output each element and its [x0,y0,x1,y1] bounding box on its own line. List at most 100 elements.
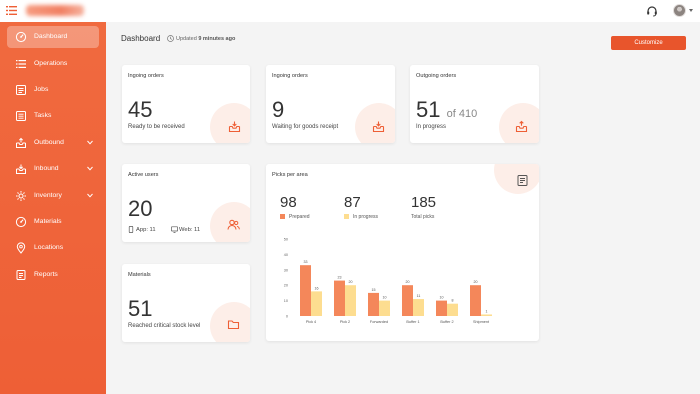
y-tick-label: 10 [284,299,288,303]
sidebar-item-materials[interactable]: Materials [7,211,99,233]
card-title: Outgoing orders [416,73,457,79]
bar-in-progress [447,303,458,316]
bar-in-progress [413,299,424,316]
sidebar-item-label: Inbound [34,165,59,172]
sidebar-item-operations[interactable]: Operations [7,53,99,75]
sidebar-item-outbound[interactable]: Outbound [7,132,99,154]
card-title: Ingoing orders [128,73,164,79]
x-tick-label: Pick 2 [340,320,350,324]
bar-value-label: 20 [349,280,353,284]
y-tick-label: 30 [284,268,288,272]
chevron-down-icon [87,193,93,198]
bar-prepared [470,285,481,316]
sidebar-item-label: Reports [34,271,58,278]
chevron-down-icon [87,140,93,145]
sidebar-item-label: Outbound [34,139,64,146]
user-avatar[interactable] [673,4,686,17]
chevron-down-icon[interactable] [689,9,693,12]
x-tick-label: Buffer 2 [440,320,453,324]
bar-value-label: 1 [486,309,488,313]
hamburger-icon[interactable] [6,6,17,15]
card-value: 51 [416,97,441,122]
picks-per-area-card[interactable]: Picks per area 98 Prepared 87 In progres… [266,164,539,341]
outbound-icon [16,137,26,148]
users-icon [227,219,240,230]
sidebar-item-label: Materials [34,218,62,225]
bar-value-label: 20 [474,280,478,284]
bar-prepared [368,292,379,316]
sidebar-item-jobs[interactable]: Jobs [7,79,99,101]
y-tick-label: 20 [284,284,288,288]
customize-button[interactable]: Customize [611,36,686,50]
materials-card[interactable]: Materials 51 Reached critical stock leve… [122,264,250,342]
folder-icon [227,320,240,330]
mobile-icon [128,226,134,233]
web-users-label: Web: 11 [179,227,201,233]
gauge-icon [15,31,27,43]
inbox-icon [515,120,528,133]
x-tick-label: Forwarded [370,320,388,324]
sidebar-item-label: Operations [34,60,68,67]
x-tick-label: Pick 4 [306,320,316,324]
sidebar: Dashboard Operations Jobs Tasks Outbound [0,22,106,394]
ingoing-waiting-card[interactable]: Ingoing orders 9 Waiting for goods recei… [266,65,395,143]
bar-value-label: 33 [304,260,308,264]
location-pin-icon [16,242,26,254]
outgoing-orders-card[interactable]: Outgoing orders 51 of 410 In progress [410,65,539,143]
bar-value-label: 8 [452,299,454,303]
bar-in-progress [311,291,322,316]
y-tick-label: 40 [284,253,288,257]
active-users-card[interactable]: Active users 20 App: 11 Web: 11 [122,164,250,242]
picks-bar-chart: 50 40 30 20 10 0 33 16 Pick 4 23 20 Pick 2 15 10 Forwa… [284,238,492,324]
inbox-icon [228,121,241,133]
materials-icon [15,216,27,228]
y-tick-label: 0 [286,315,288,319]
inventory-icon [16,191,26,201]
sidebar-item-reports[interactable]: Reports [7,264,99,286]
bar-in-progress [379,300,390,316]
sidebar-item-label: Jobs [34,86,49,93]
bar-value-label: 10 [383,296,387,300]
chevron-down-icon [87,166,93,171]
reports-icon [16,270,26,280]
bar-prepared [402,285,413,316]
card-value-total: of 410 [446,108,478,120]
inbound-icon [16,164,26,174]
bar-prepared [334,280,345,316]
card-value: 9 [272,97,285,122]
card-value: 51 [128,296,153,321]
list-icon [16,60,26,68]
page-title: Dashboard [121,34,161,43]
x-tick-label: Buffer 1 [406,320,419,324]
sidebar-item-label: Inventory [34,192,62,199]
y-tick-label: 50 [284,238,288,242]
app-users-label: App: 11 [136,227,156,233]
card-title: Materials [128,272,151,278]
sidebar-item-inbound[interactable]: Inbound [7,158,99,180]
sidebar-item-tasks[interactable]: Tasks [7,105,99,127]
inbox-icon [372,121,385,133]
sidebar-item-label: Dashboard [34,33,68,40]
clock-icon [167,35,174,42]
sidebar-item-label: Tasks [34,112,52,119]
sidebar-item-label: Locations [34,244,64,251]
card-value: 45 [128,97,153,122]
bar-value-label: 10 [440,296,444,300]
top-bar [0,0,700,22]
card-subtitle: Ready to be received [128,124,185,130]
headset-icon[interactable] [646,5,658,17]
bar-value-label: 15 [372,288,376,292]
sidebar-item-locations[interactable]: Locations [7,237,99,259]
sidebar-item-inventory[interactable]: Inventory [7,185,99,207]
sidebar-item-dashboard[interactable]: Dashboard [7,26,99,48]
card-value: 20 [128,196,153,221]
bar-value-label: 11 [417,294,421,298]
updated-prefix: Updated [176,36,197,42]
bar-in-progress [481,314,492,316]
x-tick-label: Shipment [473,320,490,324]
brand-logo [26,5,84,16]
card-subtitle: In progress [416,124,447,130]
ingoing-ready-card[interactable]: Ingoing orders 45 Ready to be received [122,65,250,143]
monitor-icon [171,226,178,233]
tasks-icon [16,111,26,121]
